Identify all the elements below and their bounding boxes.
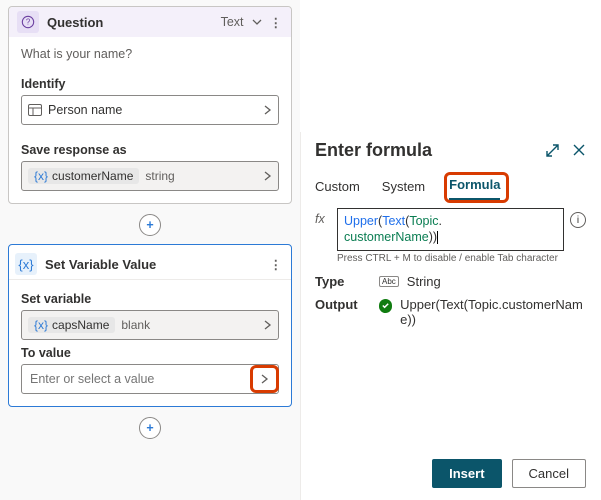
expand-icon[interactable] — [545, 143, 560, 158]
question-node-header: ? Question Text ⋮ — [9, 7, 291, 37]
panel-tabs: Custom System Formula — [315, 175, 586, 200]
variable-chip: {x} customerName — [28, 168, 139, 184]
question-title: Question — [47, 15, 213, 30]
set-variable-header: {x} Set Variable Value ⋮ — [9, 245, 291, 279]
more-icon[interactable]: ⋮ — [270, 257, 284, 272]
variable-type: blank — [121, 318, 150, 332]
chevron-down-icon[interactable] — [252, 17, 262, 27]
tab-formula-highlight: Formula — [447, 175, 506, 200]
chevron-right-icon — [263, 170, 272, 182]
to-value-flyout-button[interactable] — [253, 368, 276, 390]
formula-hint: Press CTRL + M to disable / enable Tab c… — [337, 253, 586, 264]
formula-editor[interactable]: Upper(Text(Topic.customerName)) — [337, 208, 564, 251]
variable-name: capsName — [52, 318, 109, 332]
variable-icon: {x} — [34, 318, 48, 332]
entity-icon — [28, 104, 42, 116]
fx-label: fx — [315, 208, 331, 226]
identify-picker[interactable]: Person name — [21, 95, 279, 125]
connector: + — [0, 413, 300, 441]
add-node-button[interactable]: + — [139, 214, 161, 236]
output-label: Output — [315, 297, 379, 327]
cancel-button[interactable]: Cancel — [512, 459, 586, 488]
save-response-picker[interactable]: {x} customerName string — [21, 161, 279, 191]
connector: + — [0, 210, 300, 238]
check-icon — [379, 299, 392, 313]
to-value-input-row — [21, 364, 279, 394]
variable-name: customerName — [52, 169, 133, 183]
question-type-label[interactable]: Text — [221, 15, 244, 29]
close-icon[interactable] — [572, 143, 586, 158]
tab-system[interactable]: System — [382, 175, 425, 200]
save-response-label: Save response as — [21, 143, 291, 157]
type-value: String — [407, 274, 441, 289]
output-value: Upper(Text(Topic.customerName)) — [400, 297, 586, 327]
set-variable-label: Set variable — [21, 292, 279, 306]
insert-button[interactable]: Insert — [432, 459, 501, 488]
svg-text:?: ? — [26, 18, 31, 27]
variable-chip: {x} capsName — [28, 317, 115, 333]
chevron-right-icon — [263, 104, 272, 116]
info-icon[interactable]: i — [570, 212, 586, 228]
to-value-input[interactable] — [28, 371, 247, 387]
add-node-button[interactable]: + — [139, 417, 161, 439]
variable-icon: {x} — [15, 253, 37, 275]
to-value-label: To value — [21, 346, 279, 360]
identify-value: Person name — [48, 103, 257, 117]
formula-panel: Enter formula Custom System Formula fx U… — [300, 132, 600, 500]
type-label: Type — [315, 274, 379, 289]
question-icon: ? — [17, 11, 39, 33]
identify-label: Identify — [21, 77, 279, 91]
panel-title: Enter formula — [315, 140, 545, 161]
variable-type: string — [145, 169, 174, 183]
variable-icon: {x} — [34, 169, 48, 183]
tab-custom[interactable]: Custom — [315, 175, 360, 200]
chevron-right-icon — [263, 319, 272, 331]
set-variable-node: {x} Set Variable Value ⋮ Set variable {x… — [8, 244, 292, 407]
set-variable-picker[interactable]: {x} capsName blank — [21, 310, 279, 340]
set-variable-title: Set Variable Value — [45, 257, 262, 272]
more-icon[interactable]: ⋮ — [270, 15, 284, 30]
tab-formula[interactable]: Formula — [449, 173, 500, 200]
question-prompt[interactable]: What is your name? — [21, 43, 279, 71]
question-node: ? Question Text ⋮ What is your name? Ide… — [8, 6, 292, 204]
string-type-icon: Abc — [379, 276, 399, 287]
